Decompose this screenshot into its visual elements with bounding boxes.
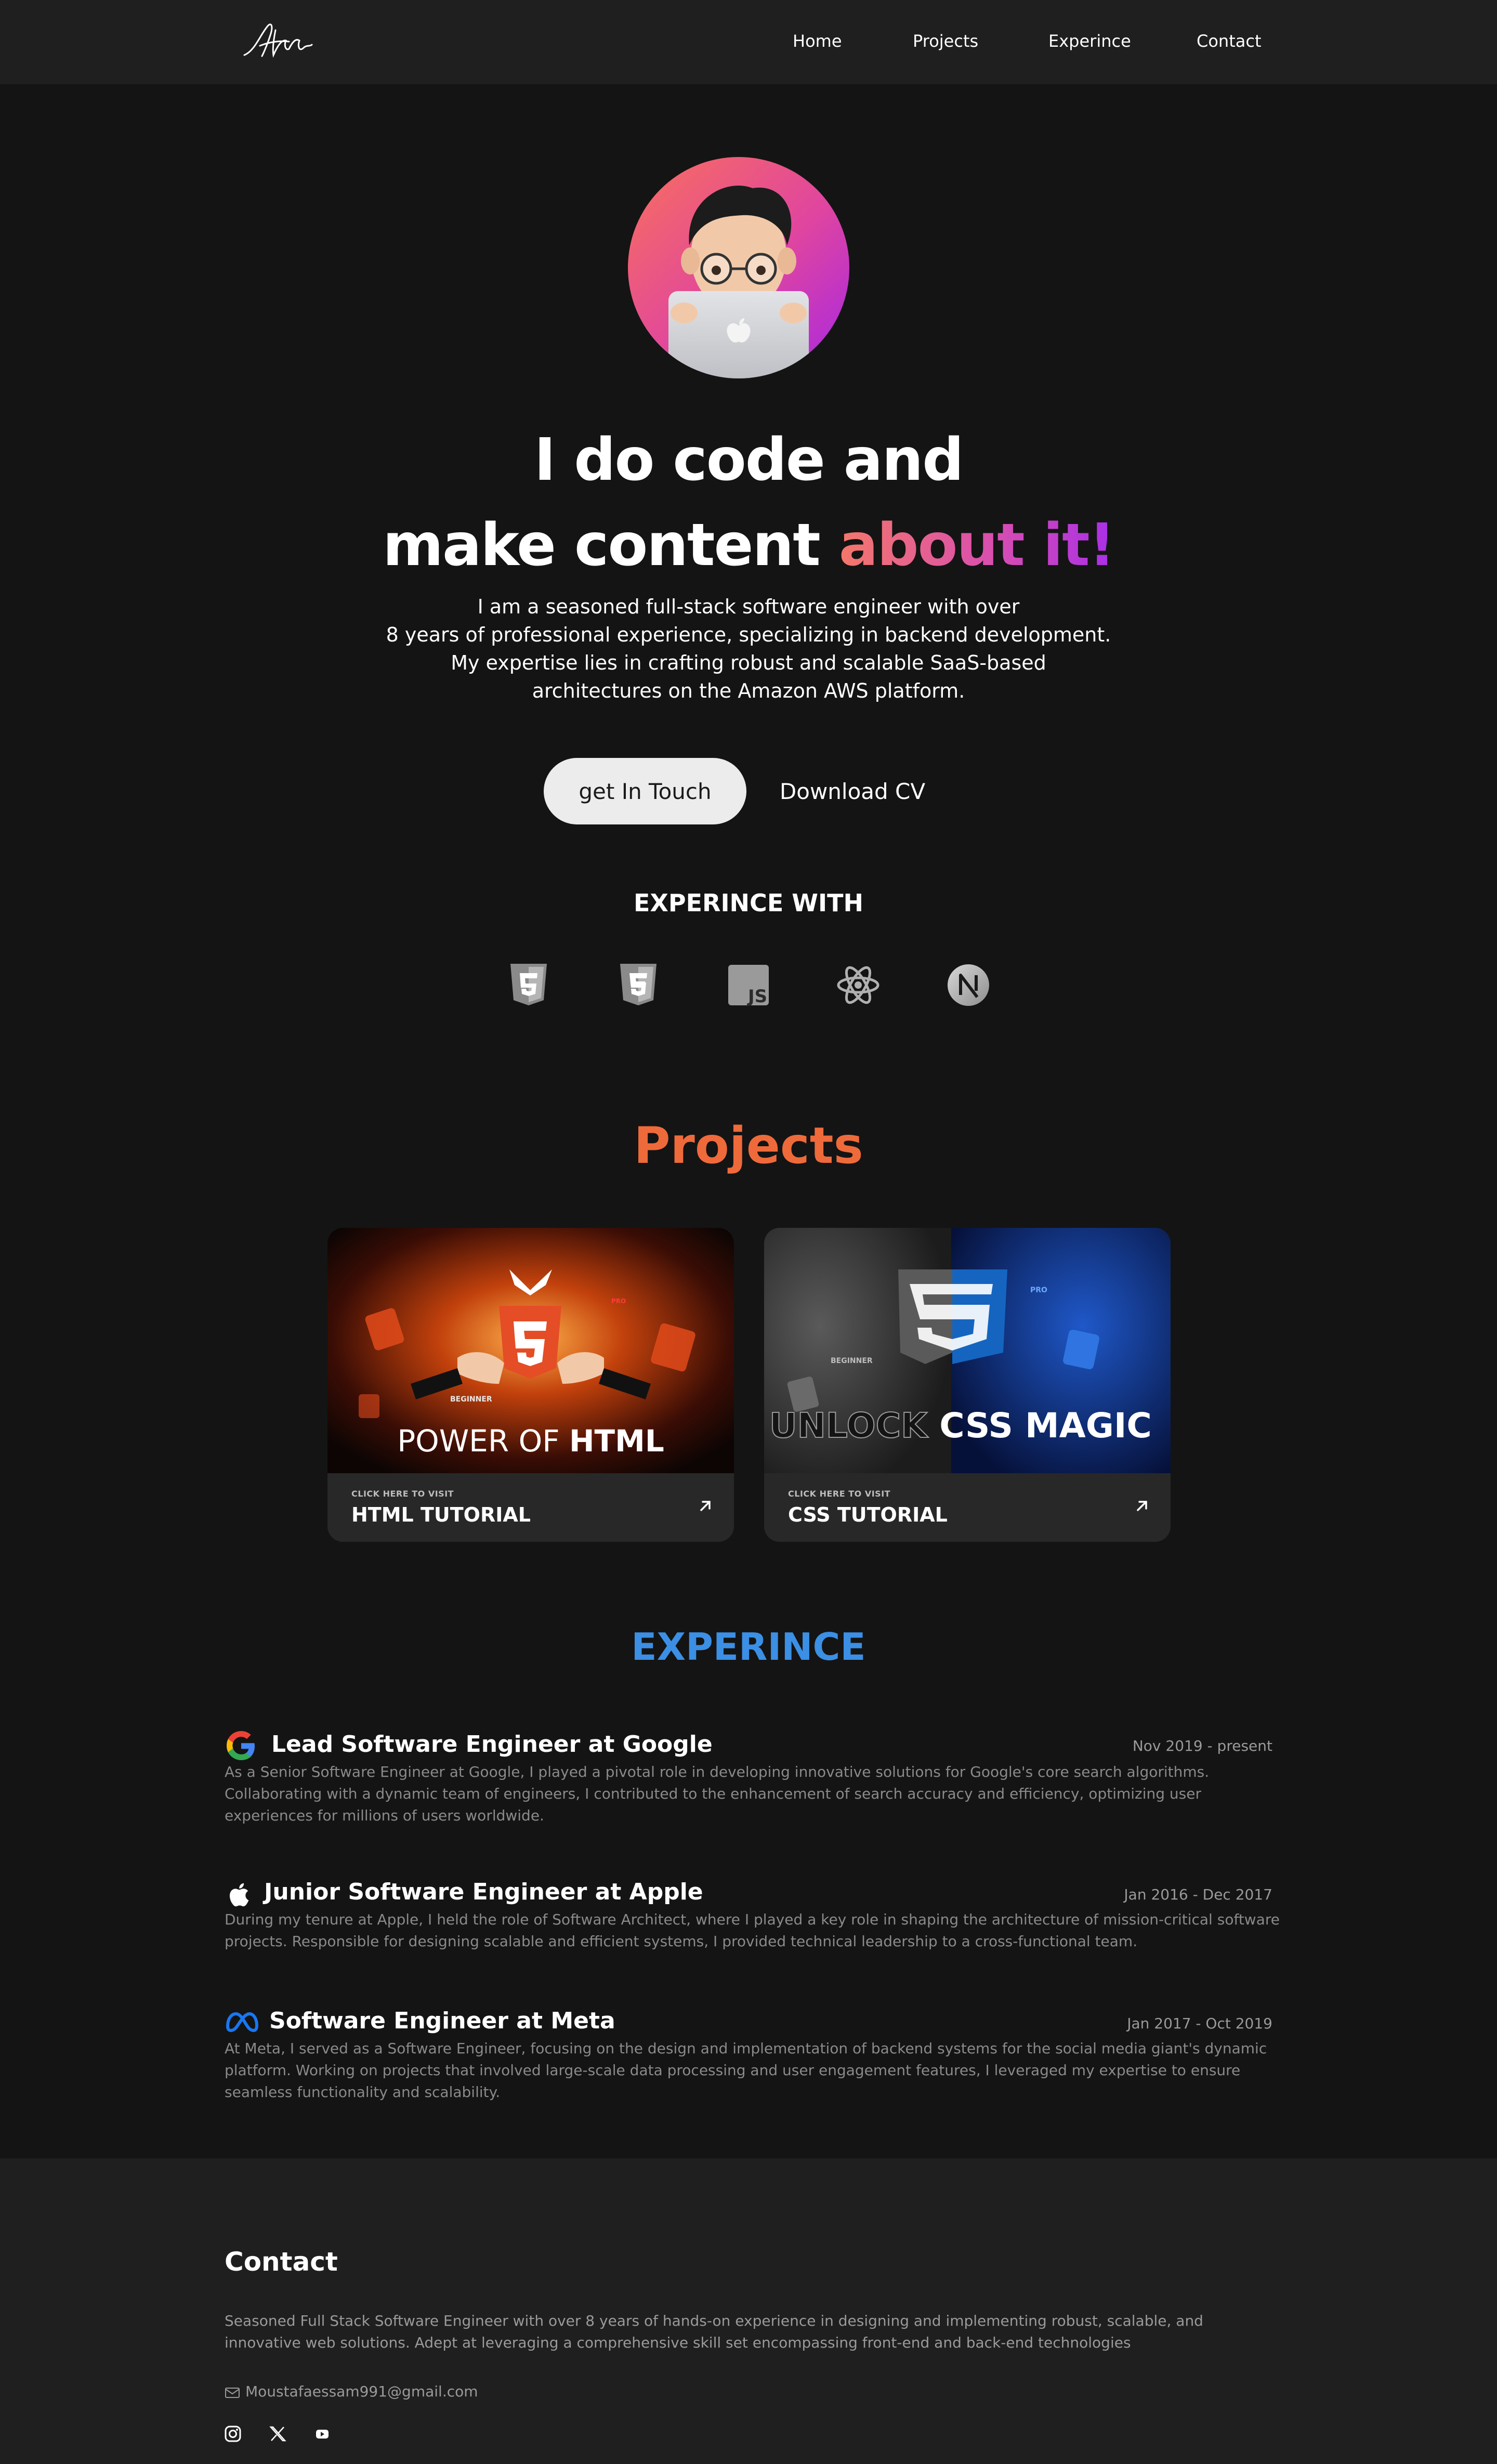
hero-title-line-2: make content about it!: [0, 512, 1497, 579]
experience-role: Lead Software Engineer at Google: [271, 1731, 713, 1758]
experience-description-line: During my tenure at Apple, I held the ro…: [225, 1911, 1280, 1928]
card-title: HTML TUTORIAL: [351, 1503, 531, 1526]
email-address: Moustafaessam991@gmail.com: [245, 2383, 478, 2400]
experience-description-line: Collaborating with a dynamic team of eng…: [225, 1785, 1201, 1802]
experience-date: Jan 2017 - Oct 2019: [1127, 2015, 1272, 2032]
projects-heading: Projects: [634, 1117, 863, 1175]
experience-date: Jan 2016 - Dec 2017: [1124, 1886, 1272, 1903]
experience-item-google: Lead Software Engineer at Google Nov 201…: [225, 1729, 1272, 1828]
profile-avatar: [628, 157, 849, 378]
experience-description: At Meta, I served as a Software Engineer…: [225, 2038, 1267, 2103]
thumbnail-title-css: UNLOCK CSS MAGIC: [769, 1405, 1152, 1446]
experience-description: During my tenure at Apple, I held the ro…: [225, 1909, 1280, 1952]
experience-description-line: As a Senior Software Engineer at Google,…: [225, 1763, 1210, 1780]
experience-description: As a Senior Software Engineer at Google,…: [225, 1761, 1209, 1827]
get-in-touch-button[interactable]: get In Touch: [544, 758, 746, 824]
arrow-up-right-icon: [700, 1501, 711, 1511]
project-card-footer: CLICK HERE TO VISIT CSS TUTORIAL: [764, 1473, 1171, 1542]
javascript-icon: JS: [728, 965, 769, 1007]
thumbnail-beginner-label: BEGINNER: [450, 1395, 492, 1404]
meta-icon: [226, 2012, 258, 2032]
x-twitter-icon[interactable]: [268, 2424, 287, 2443]
hero-description-line: I am a seasoned full-stack software engi…: [477, 595, 1020, 618]
card-title: CSS TUTORIAL: [788, 1503, 948, 1526]
experience-role: Software Engineer at Meta: [269, 2008, 615, 2034]
nextjs-icon: [948, 964, 989, 1006]
contact-description-line: Seasoned Full Stack Software Engineer wi…: [225, 2312, 1203, 2329]
contact-section: Contact Seasoned Full Stack Software Eng…: [0, 2158, 1497, 2464]
youtube-icon[interactable]: [313, 2424, 332, 2443]
hero-description-line: architectures on the Amazon AWS platform…: [532, 679, 965, 702]
instagram-icon[interactable]: [224, 2424, 242, 2443]
mail-icon: [225, 2388, 240, 2398]
nav-link-contact[interactable]: Contact: [1197, 31, 1262, 51]
experience-heading: EXPERINCE: [631, 1625, 866, 1669]
experience-description-line: platform. Working on projects that invol…: [225, 2062, 1241, 2079]
hero-title-accent: about it!: [838, 512, 1115, 579]
thumbnail-pro-label: PRO: [1030, 1286, 1047, 1294]
experience-with-heading: EXPERINCE WITH: [634, 889, 863, 917]
experience-description-line: projects. Responsible for designing scal…: [225, 1933, 1138, 1950]
download-cv-button[interactable]: Download CV: [764, 758, 941, 824]
thumbnail-title-html: POWER OF HTML: [327, 1423, 734, 1459]
contact-description: Seasoned Full Stack Software Engineer wi…: [225, 2310, 1203, 2354]
card-visit-label: CLICK HERE TO VISIT: [788, 1489, 891, 1499]
google-icon: [227, 1731, 255, 1760]
experience-description-line: At Meta, I served as a Software Engineer…: [225, 2040, 1267, 2057]
nav-links: Home Projects Experince Contact: [0, 31, 1497, 54]
project-card-html[interactable]: BEGINNER PRO POWER OF HTML CLICK HERE TO…: [327, 1228, 734, 1542]
hero-title-plain: make content: [383, 512, 839, 579]
experience-description-line: experiences for millions of users worldw…: [225, 1807, 544, 1824]
top-navbar: Home Projects Experince Contact: [0, 0, 1497, 84]
thumbnail-title-plain: POWER OF: [397, 1423, 570, 1459]
nav-link-home[interactable]: Home: [793, 31, 842, 51]
hero-description-line: 8 years of professional experience, spec…: [386, 623, 1111, 646]
css3-icon: [620, 964, 656, 1005]
project-card-css[interactable]: BEGINNER PRO UNLOCK CSS MAGIC CLICK HERE…: [764, 1228, 1171, 1542]
arrow-up-right-icon: [1137, 1501, 1147, 1511]
contact-description-line: innovative web solutions. Adept at lever…: [225, 2334, 1131, 2351]
experience-item-meta: Software Engineer at Meta Jan 2017 - Oct…: [225, 2008, 1272, 2106]
react-icon: [837, 966, 879, 1004]
project-thumbnail-html: BEGINNER PRO POWER OF HTML: [327, 1228, 734, 1473]
contact-heading: Contact: [225, 2247, 338, 2277]
card-visit-label: CLICK HERE TO VISIT: [351, 1489, 454, 1499]
html5-icon: [510, 964, 547, 1005]
experience-role: Junior Software Engineer at Apple: [264, 1879, 703, 1905]
hero-description-line: My expertise lies in crafting robust and…: [451, 651, 1046, 674]
experience-description-line: seamless functionality and scalability.: [225, 2083, 501, 2101]
hero-description: I am a seasoned full-stack software engi…: [0, 593, 1497, 705]
apple-icon: [229, 1883, 249, 1907]
thumbnail-beginner-label: BEGINNER: [831, 1357, 873, 1365]
memoji-illustration: [661, 185, 817, 378]
experience-date: Nov 2019 - present: [1132, 1737, 1272, 1754]
experience-item-apple: Junior Software Engineer at Apple Jan 20…: [225, 1879, 1280, 1957]
nav-link-experience[interactable]: Experince: [1048, 31, 1131, 51]
nav-link-projects[interactable]: Projects: [913, 31, 978, 51]
project-thumbnail-css: BEGINNER PRO UNLOCK CSS MAGIC: [764, 1228, 1171, 1473]
thumbnail-pro-label: PRO: [611, 1297, 626, 1305]
thumbnail-title-plain: UNLOCK: [769, 1405, 940, 1446]
svg-text:JS: JS: [747, 986, 767, 1007]
hero-title-line-1: I do code and: [534, 426, 964, 494]
thumbnail-title-bold: HTML: [569, 1423, 664, 1459]
project-card-footer: CLICK HERE TO VISIT HTML TUTORIAL: [327, 1473, 734, 1542]
thumbnail-title-bold: CSS MAGIC: [939, 1406, 1152, 1446]
